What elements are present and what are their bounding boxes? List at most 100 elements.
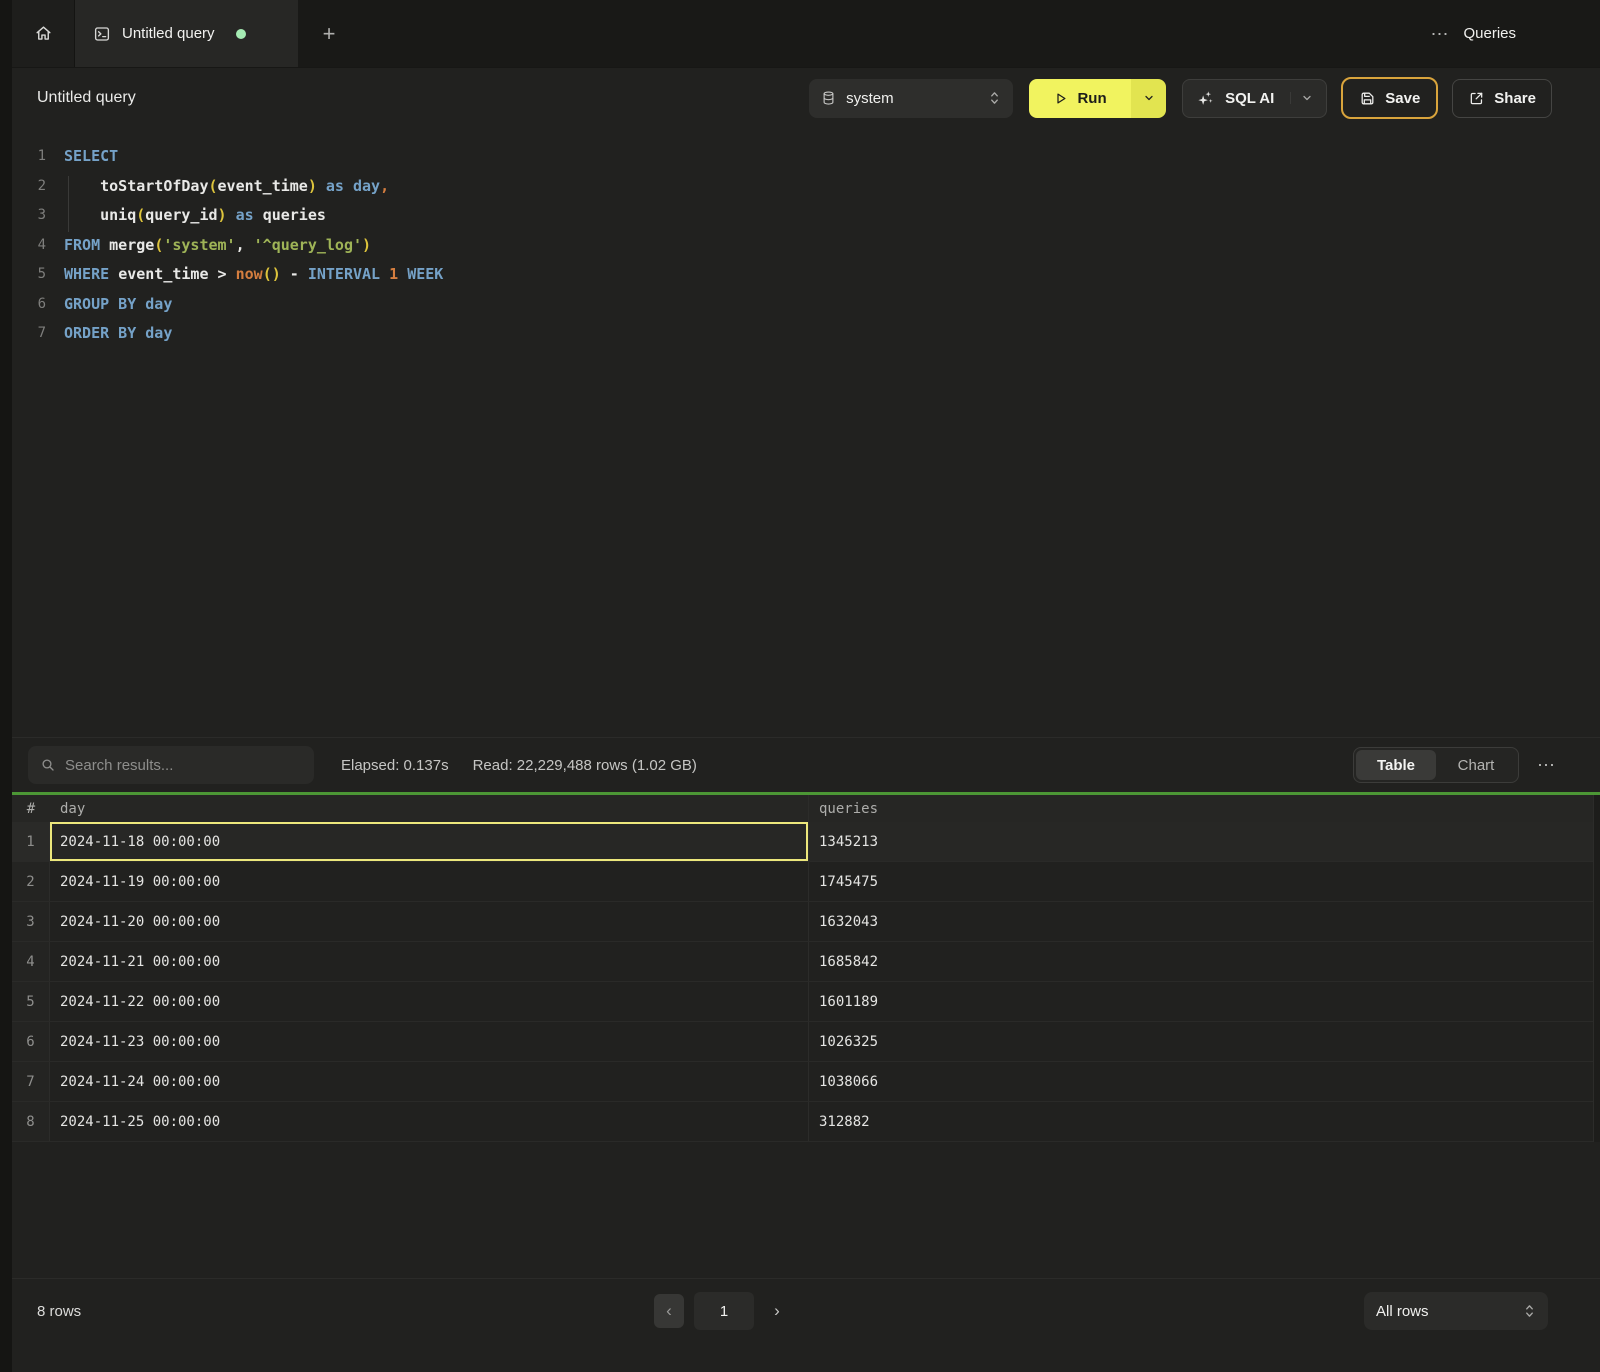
- line-number: 4: [12, 231, 46, 261]
- queries-cell[interactable]: 1026325: [808, 1022, 1600, 1061]
- code-lines: 1SELECT2 toStartOfDay(event_time) as day…: [12, 142, 1600, 349]
- share-button[interactable]: Share: [1452, 79, 1552, 118]
- table-row[interactable]: 52024-11-22 00:00:001601189: [12, 982, 1600, 1022]
- run-split-button: Run: [1029, 79, 1166, 118]
- code-line[interactable]: 3 uniq(query_id) as queries: [12, 201, 1600, 231]
- results-header-row: # day queries: [12, 795, 1600, 822]
- save-icon: [1359, 90, 1376, 107]
- day-cell[interactable]: 2024-11-24 00:00:00: [50, 1062, 808, 1101]
- save-label: Save: [1385, 90, 1420, 107]
- day-cell[interactable]: 2024-11-25 00:00:00: [50, 1102, 808, 1141]
- column-header-day[interactable]: day: [50, 795, 808, 822]
- sql-console-window: Untitled query + ⋯ Queries Untitled quer…: [0, 0, 1600, 1372]
- table-row[interactable]: 42024-11-21 00:00:001685842: [12, 942, 1600, 982]
- day-cell[interactable]: 2024-11-19 00:00:00: [50, 862, 808, 901]
- day-cell[interactable]: 2024-11-22 00:00:00: [50, 982, 808, 1021]
- updown-chevron-icon: [1523, 1303, 1536, 1319]
- sql-ai-button[interactable]: SQL AI: [1182, 79, 1327, 118]
- row-count: 8 rows: [37, 1303, 81, 1320]
- results-footer: 8 rows ‹ 1 › All rows: [12, 1278, 1600, 1372]
- database-selector-value: system: [846, 90, 978, 107]
- day-cell[interactable]: 2024-11-21 00:00:00: [50, 942, 808, 981]
- left-rail: [0, 0, 12, 1372]
- code-text: toStartOfDay(event_time) as day,: [46, 172, 389, 202]
- queries-cell[interactable]: 1745475: [808, 862, 1600, 901]
- sql-ai-label: SQL AI: [1225, 90, 1274, 107]
- code-text: FROM merge('system', '^query_log'): [46, 231, 371, 261]
- view-tab-table[interactable]: Table: [1356, 750, 1436, 780]
- column-header-queries[interactable]: queries: [808, 795, 1600, 822]
- code-line[interactable]: 2 toStartOfDay(event_time) as day,: [12, 172, 1600, 202]
- database-selector[interactable]: system: [809, 79, 1013, 118]
- row-index-cell: 5: [12, 982, 50, 1021]
- line-number: 7: [12, 319, 46, 349]
- query-title: Untitled query: [37, 89, 136, 107]
- table-row[interactable]: 22024-11-19 00:00:001745475: [12, 862, 1600, 902]
- elapsed-stat: Elapsed: 0.137s: [341, 757, 449, 774]
- view-tab-chart[interactable]: Chart: [1436, 750, 1516, 780]
- run-label: Run: [1077, 90, 1106, 107]
- queries-cell[interactable]: 1632043: [808, 902, 1600, 941]
- table-row[interactable]: 32024-11-20 00:00:001632043: [12, 902, 1600, 942]
- row-index-cell: 3: [12, 902, 50, 941]
- line-number: 3: [12, 201, 46, 231]
- rows-per-page-selector[interactable]: All rows: [1364, 1292, 1548, 1330]
- pagination: ‹ 1 ›: [654, 1292, 790, 1330]
- code-line[interactable]: 1SELECT: [12, 142, 1600, 172]
- search-results-input[interactable]: [65, 757, 302, 774]
- sql-ai-options-button[interactable]: [1290, 92, 1313, 104]
- day-cell[interactable]: 2024-11-18 00:00:00: [50, 822, 808, 861]
- unsaved-changes-dot: [236, 29, 246, 39]
- code-line[interactable]: 5WHERE event_time > now() - INTERVAL 1 W…: [12, 260, 1600, 290]
- row-index-cell: 8: [12, 1102, 50, 1141]
- panel-menu-icon[interactable]: ⋯: [1430, 25, 1449, 43]
- results-menu-icon[interactable]: ⋯: [1537, 756, 1556, 774]
- run-options-button[interactable]: [1131, 79, 1166, 118]
- search-icon: [40, 757, 56, 773]
- home-icon: [34, 24, 53, 43]
- queries-cell[interactable]: 1345213: [808, 822, 1600, 861]
- table-row[interactable]: 82024-11-25 00:00:00312882: [12, 1102, 1600, 1142]
- search-results-box[interactable]: [28, 746, 314, 784]
- table-row[interactable]: 12024-11-18 00:00:001345213: [12, 822, 1600, 862]
- table-row[interactable]: 62024-11-23 00:00:001026325: [12, 1022, 1600, 1062]
- day-cell[interactable]: 2024-11-20 00:00:00: [50, 902, 808, 941]
- view-toggle: Table Chart: [1353, 747, 1519, 783]
- day-cell[interactable]: 2024-11-23 00:00:00: [50, 1022, 808, 1061]
- code-text: ORDER BY day: [46, 319, 172, 349]
- play-icon: [1053, 91, 1068, 106]
- column-header-index[interactable]: #: [12, 795, 50, 822]
- tab-untitled-query[interactable]: Untitled query: [75, 0, 298, 67]
- run-button[interactable]: Run: [1029, 79, 1131, 118]
- rows-per-page-value: All rows: [1376, 1303, 1513, 1320]
- next-page-button[interactable]: ›: [764, 1292, 790, 1330]
- new-tab-button[interactable]: +: [298, 0, 360, 67]
- sparkles-icon: [1196, 89, 1215, 108]
- previous-page-button[interactable]: ‹: [654, 1294, 684, 1328]
- row-index-cell: 4: [12, 942, 50, 981]
- save-button[interactable]: Save: [1341, 77, 1438, 119]
- code-line[interactable]: 6GROUP BY day: [12, 290, 1600, 320]
- code-line[interactable]: 7ORDER BY day: [12, 319, 1600, 349]
- table-scrollbar[interactable]: [1593, 795, 1600, 1142]
- read-stat: Read: 22,229,488 rows (1.02 GB): [473, 757, 697, 774]
- code-text: GROUP BY day: [46, 290, 172, 320]
- home-button[interactable]: [12, 0, 75, 67]
- tab-label: Untitled query: [122, 25, 215, 42]
- queries-panel-toggle[interactable]: Queries: [1463, 25, 1516, 42]
- queries-cell[interactable]: 1685842: [808, 942, 1600, 981]
- indent-guide: [68, 176, 69, 232]
- row-index-cell: 7: [12, 1062, 50, 1101]
- query-header: Untitled query system: [12, 68, 1600, 128]
- table-row[interactable]: 72024-11-24 00:00:001038066: [12, 1062, 1600, 1102]
- updown-chevron-icon: [988, 90, 1001, 106]
- line-number: 1: [12, 142, 46, 172]
- queries-cell[interactable]: 312882: [808, 1102, 1600, 1141]
- external-link-icon: [1468, 90, 1485, 107]
- sql-editor[interactable]: 1SELECT2 toStartOfDay(event_time) as day…: [12, 128, 1600, 737]
- queries-cell[interactable]: 1601189: [808, 982, 1600, 1021]
- queries-cell[interactable]: 1038066: [808, 1062, 1600, 1101]
- current-page-button[interactable]: 1: [694, 1292, 754, 1330]
- row-index-cell: 1: [12, 822, 50, 861]
- code-line[interactable]: 4FROM merge('system', '^query_log'): [12, 231, 1600, 261]
